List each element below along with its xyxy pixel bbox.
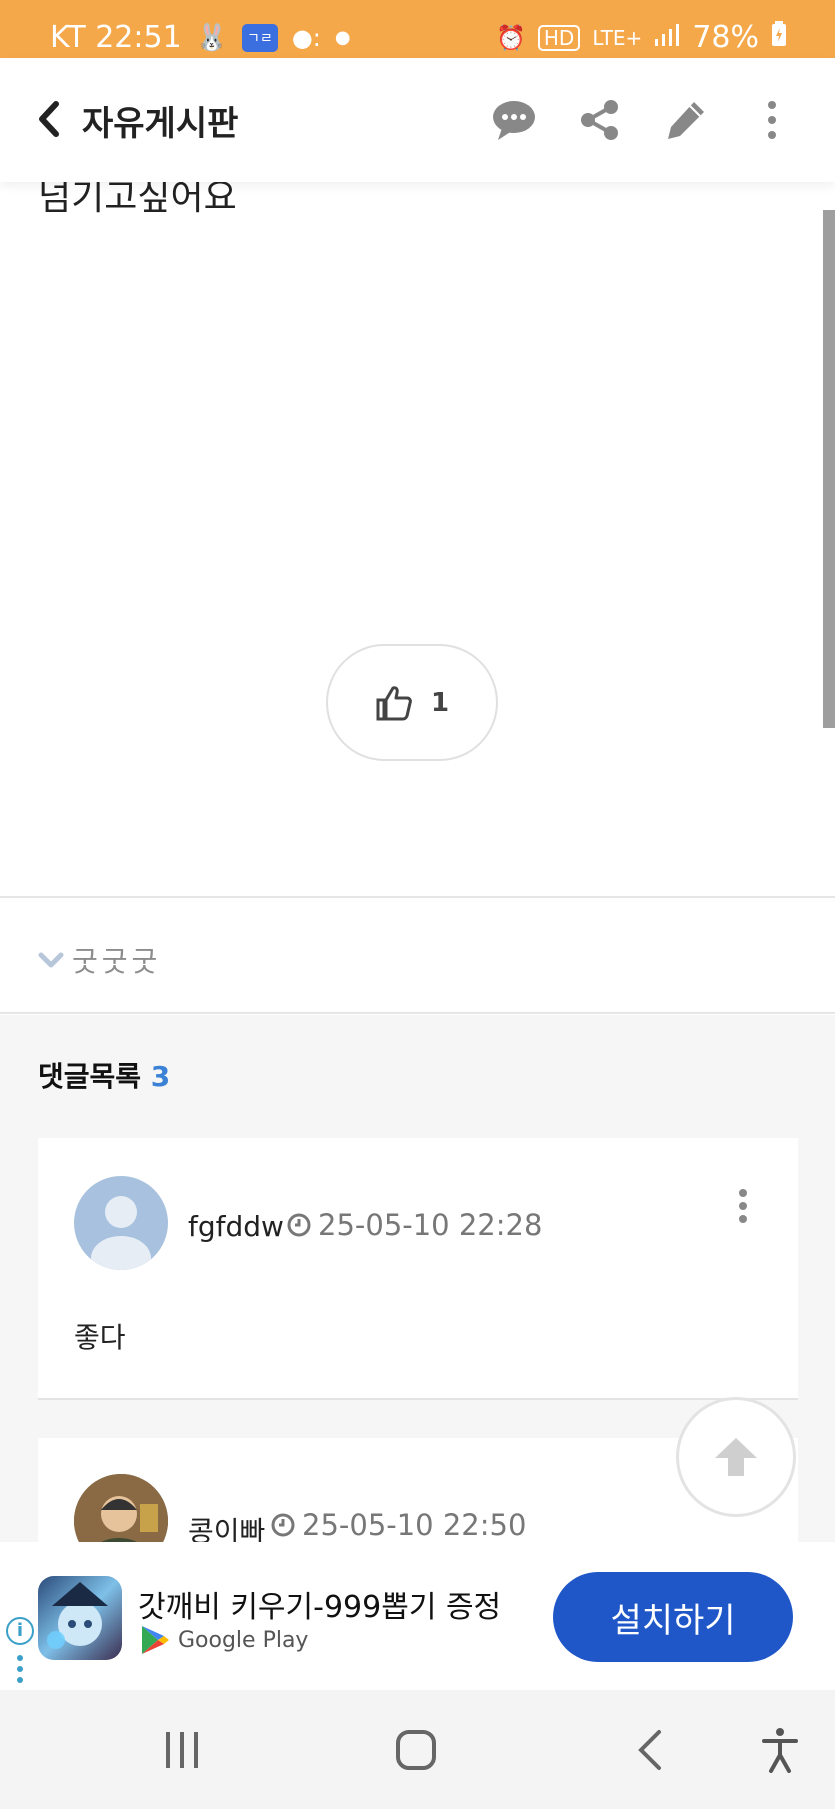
chevron-down-icon — [38, 952, 64, 968]
recent-apps-button[interactable] — [152, 1720, 212, 1780]
comments-title: 댓글목록 — [38, 1060, 142, 1093]
accessibility-icon — [762, 1728, 798, 1773]
ad-title: 갓깨비 키우기-999뽑기 증정 — [138, 1590, 502, 1625]
comment-time-text: 25-05-10 22:50 — [302, 1508, 527, 1542]
comments-count: 3 — [150, 1060, 171, 1093]
edit-icon — [668, 102, 704, 139]
tag-label: 굿굿굿 — [72, 945, 162, 978]
ad-app-icon[interactable] — [38, 1576, 122, 1660]
system-back-icon — [638, 1730, 661, 1770]
install-button[interactable]: 설치하기 — [553, 1572, 793, 1662]
share-icon — [581, 100, 618, 140]
like-button[interactable]: 1 — [326, 644, 498, 761]
info-icon[interactable]: i — [6, 1617, 34, 1645]
chat-notification-icon: ●: — [291, 23, 321, 52]
avatar[interactable] — [74, 1176, 168, 1270]
home-icon — [396, 1730, 436, 1770]
home-button[interactable] — [386, 1720, 446, 1780]
thumbs-up-icon — [376, 685, 412, 720]
like-count: 1 — [430, 687, 450, 718]
divider — [0, 1012, 835, 1014]
google-play-icon — [142, 1626, 169, 1654]
comment-body: 좋다 — [74, 1321, 126, 1354]
page-title: 자유게시판 — [82, 104, 239, 144]
share-button[interactable] — [578, 98, 626, 142]
network-label: LTE+ — [592, 25, 643, 50]
comment-author[interactable]: fgfddw — [188, 1210, 284, 1243]
system-back-button[interactable] — [620, 1720, 680, 1780]
ad-banner[interactable]: 갓깨비 키우기-999뽑기 증정 Google Play 설치하기 i — [0, 1542, 835, 1690]
arrow-up-icon — [715, 1438, 757, 1476]
alarm-icon: ⏰ — [495, 23, 526, 52]
accessibility-button[interactable] — [750, 1720, 810, 1780]
recent-apps-icon — [166, 1732, 198, 1768]
scrollbar[interactable] — [823, 210, 835, 728]
clock-icon — [287, 1213, 311, 1237]
battery-percent: 78% — [692, 20, 759, 55]
ad-options-icon[interactable] — [16, 1654, 24, 1684]
comment-time: 25-05-10 22:50 — [270, 1508, 526, 1542]
status-left: KT 22:51 🐰 ㄱㄹ ●: ● — [50, 20, 351, 55]
signal-icon — [654, 20, 680, 55]
comment-button[interactable] — [490, 98, 538, 142]
ad-store: Google Play — [140, 1624, 308, 1656]
comment-icon — [493, 101, 535, 140]
more-icon — [768, 101, 776, 139]
status-bar: KT 22:51 🐰 ㄱㄹ ●: ● ⏰ HD LTE+ 78% — [0, 0, 835, 58]
back-button[interactable] — [30, 96, 74, 142]
comment-time-text: 25-05-10 22:28 — [318, 1208, 543, 1242]
app-badge: ㄱㄹ — [242, 23, 278, 52]
rabbit-icon: 🐰 — [195, 22, 229, 53]
battery-icon — [771, 20, 787, 55]
system-nav-bar — [0, 1690, 835, 1809]
comment-time: 25-05-10 22:28 — [286, 1208, 542, 1242]
post-tags[interactable]: 굿굿굿 — [38, 940, 161, 980]
edit-button[interactable] — [664, 98, 712, 142]
comment-more-button[interactable] — [736, 1188, 750, 1224]
comment-card: fgfddw 25-05-10 22:28 좋다 — [38, 1138, 798, 1400]
app-header: 자유게시판 — [0, 58, 835, 182]
scroll-top-button[interactable] — [676, 1397, 796, 1517]
more-icon — [739, 1189, 747, 1223]
hd-badge: HD — [537, 24, 581, 51]
dot-icon: ● — [334, 27, 351, 48]
carrier-time: KT 22:51 — [50, 20, 182, 55]
clock-icon — [271, 1513, 295, 1537]
comments-heading: 댓글목록 3 — [38, 1055, 170, 1095]
back-icon — [39, 101, 59, 137]
default-avatar-icon — [91, 1196, 151, 1270]
divider — [0, 896, 835, 898]
store-label: Google Play — [178, 1627, 309, 1653]
status-right: ⏰ HD LTE+ 78% — [496, 20, 787, 55]
more-button[interactable] — [760, 98, 784, 142]
